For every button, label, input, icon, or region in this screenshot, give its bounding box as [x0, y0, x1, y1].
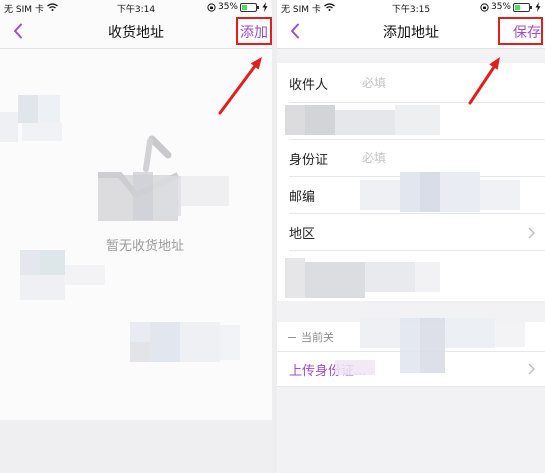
- toggle-dash: [288, 337, 296, 338]
- id-card-input[interactable]: [362, 151, 512, 165]
- id-card-label: 身份证: [289, 153, 329, 168]
- region-label: 地区: [289, 227, 316, 242]
- bolt-icon: [535, 2, 541, 12]
- battery-percent: 35%: [217, 2, 238, 12]
- postcode-label: 邮编: [289, 190, 316, 205]
- status-right-group: 35%: [207, 1, 268, 13]
- bolt-icon: [262, 2, 268, 12]
- page-title: 收货地址: [108, 25, 164, 41]
- nav-bar: 收货地址 添加: [0, 14, 272, 49]
- orientation-lock-icon: [480, 2, 489, 12]
- address-list-screen: 无 SIM 卡 下午3:14 35% 收货地址 添加 暂无收货地址: [0, 0, 272, 473]
- section-gap: [277, 49, 545, 63]
- chevron-right-icon: [528, 363, 535, 375]
- page: 无 SIM 卡 下午3:14 35% 收货地址 添加 暂无收货地址 无 SIM …: [0, 0, 545, 473]
- battery-icon: [240, 2, 259, 12]
- annotation-box: [498, 17, 543, 45]
- annotation-box: [236, 17, 272, 45]
- bottom-area: [277, 387, 545, 473]
- orientation-lock-icon: [207, 2, 216, 12]
- battery-percent: 35%: [490, 2, 511, 12]
- region-row[interactable]: 地区: [277, 214, 545, 251]
- battery-icon: [513, 2, 532, 12]
- recipient-label: 收件人: [289, 77, 329, 93]
- chevron-right-icon: [528, 227, 535, 239]
- recipient-input[interactable]: [362, 76, 512, 90]
- add-address-screen: 无 SIM 卡 下午3:15 35% 添加地址 保存 收件人 必填 身份证 必填…: [277, 0, 545, 473]
- status-bar: 无 SIM 卡 下午3:14 35%: [0, 0, 272, 15]
- bottom-area: [0, 420, 272, 473]
- empty-state-text: 暂无收货地址: [105, 239, 184, 254]
- default-toggle-label: 当前关: [301, 331, 334, 344]
- status-right-group: 35%: [480, 1, 541, 13]
- status-bar: 无 SIM 卡 下午3:15 35%: [277, 0, 545, 15]
- recipient-row: 收件人: [277, 63, 545, 103]
